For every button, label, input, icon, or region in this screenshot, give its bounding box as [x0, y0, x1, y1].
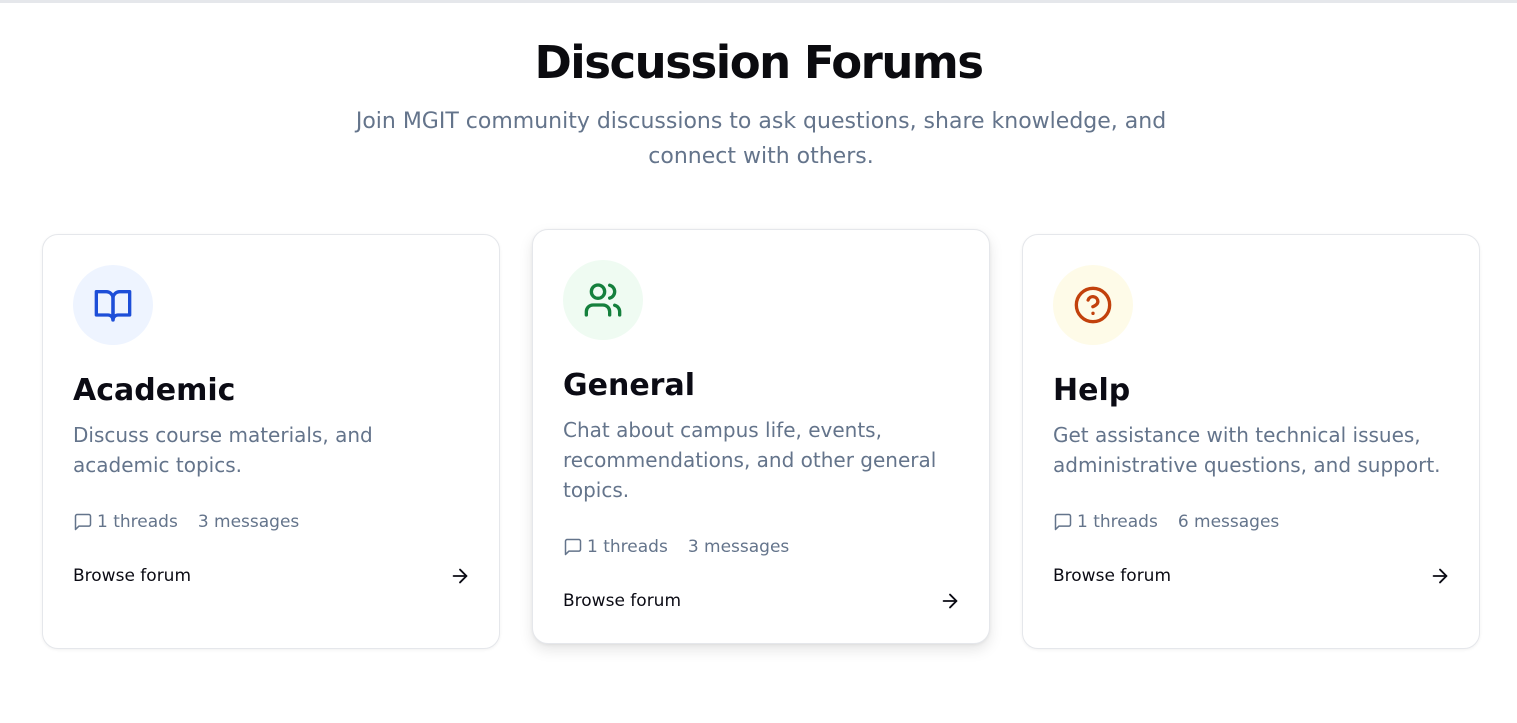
thread-count: 1 threads	[97, 512, 178, 532]
forum-description: Discuss course materials, and academic t…	[73, 423, 373, 477]
help-circle-icon	[1053, 265, 1133, 345]
arrow-right-icon	[449, 565, 471, 587]
browse-forum-label: Browse forum	[1053, 566, 1172, 586]
forum-card-academic[interactable]: Academic Discuss course materials, and a…	[42, 234, 500, 649]
forum-card-general[interactable]: General Chat about campus life, events, …	[532, 229, 990, 644]
arrow-right-icon	[939, 590, 961, 612]
message-square-icon	[563, 537, 583, 557]
forums-page: Discussion Forums Join MGIT community di…	[0, 0, 1517, 723]
message-count: 3 messages	[197, 512, 300, 532]
book-open-icon	[73, 265, 153, 345]
top-divider	[0, 0, 1517, 3]
browse-forum-label: Browse forum	[563, 591, 682, 611]
forum-title: General	[563, 368, 695, 403]
forum-description: Chat about campus life, events, recommen…	[563, 418, 937, 502]
page-title: Discussion Forums	[534, 36, 984, 89]
message-count: 6 messages	[1177, 512, 1280, 532]
forum-stats: 1 threads 3 messages	[563, 537, 789, 557]
users-icon	[563, 260, 643, 340]
message-square-icon	[1053, 512, 1073, 532]
browse-forum-label: Browse forum	[73, 566, 192, 586]
forum-title: Help	[1053, 373, 1131, 408]
forum-stats: 1 threads 6 messages	[1053, 512, 1279, 532]
thread-count: 1 threads	[1077, 512, 1158, 532]
forum-title: Academic	[73, 373, 236, 408]
arrow-right-icon	[1429, 565, 1451, 587]
browse-forum-link[interactable]: Browse forum	[563, 590, 961, 612]
message-square-icon	[73, 512, 93, 532]
message-count: 3 messages	[687, 537, 790, 557]
browse-forum-link[interactable]: Browse forum	[73, 565, 471, 587]
page-subtitle: Join MGIT community discussions to ask q…	[355, 109, 1167, 169]
forum-stats: 1 threads 3 messages	[73, 512, 299, 532]
forum-description: Get assistance with technical issues, ad…	[1053, 423, 1441, 477]
forum-card-help[interactable]: Help Get assistance with technical issue…	[1022, 234, 1480, 649]
browse-forum-link[interactable]: Browse forum	[1053, 565, 1451, 587]
thread-count: 1 threads	[587, 537, 668, 557]
